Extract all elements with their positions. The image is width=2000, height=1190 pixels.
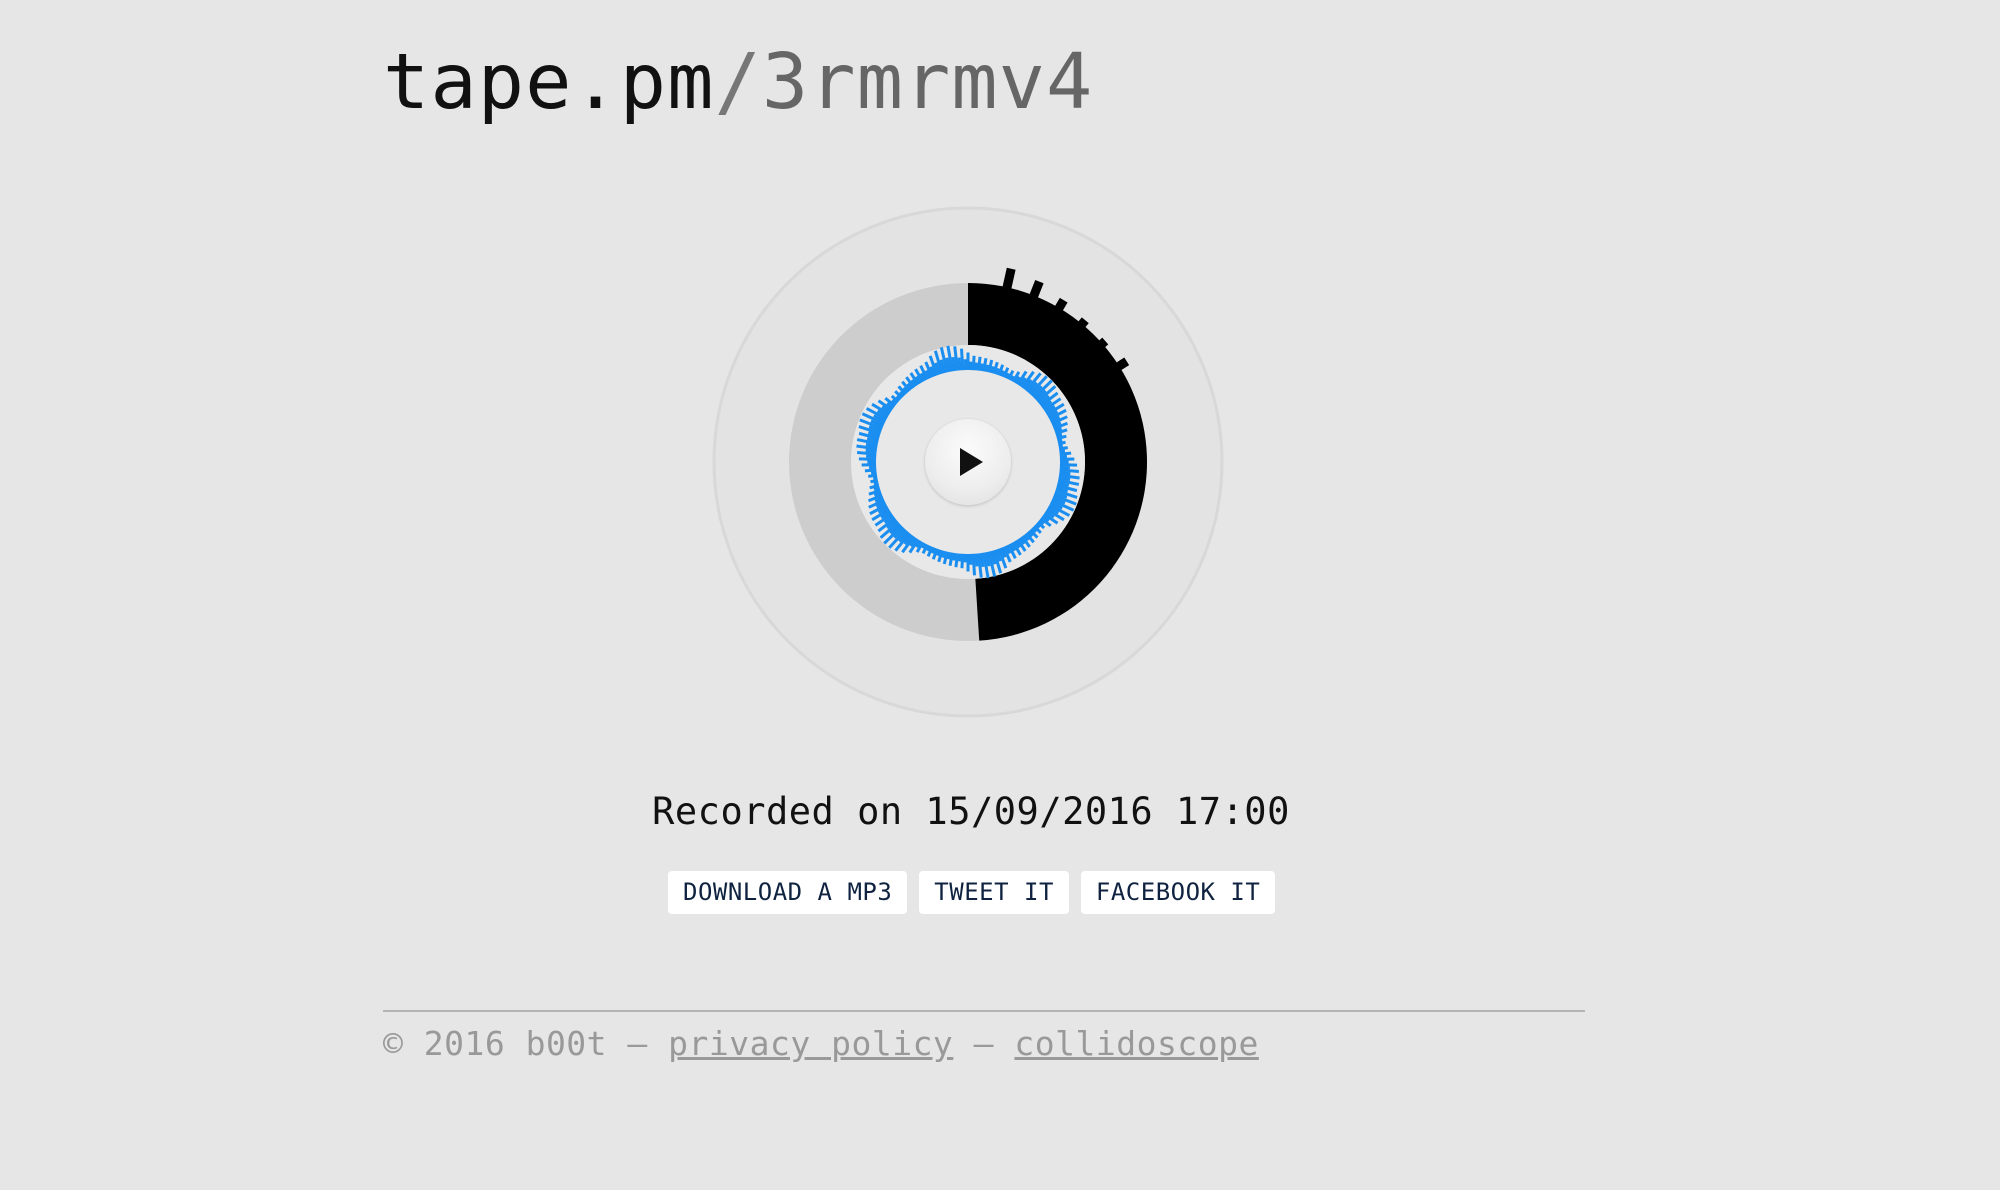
progress-spike [1054,297,1068,312]
waveform-bar [1059,465,1070,470]
waveform-bar [979,552,985,568]
page: tape.pm/3rmrmv4 Recorded on 15/09/2016 1… [0,0,2000,1190]
waveform-bar [974,553,979,567]
progress-spike [1115,357,1130,371]
tweet-button[interactable]: TWEET IT [919,871,1069,914]
waveform-bar [1057,440,1066,446]
waveform-bar [960,553,965,569]
site-title: tape.pm/3rmrmv4 [383,28,1093,138]
tape-id: 3rmrmv4 [761,38,1094,127]
waveform-bar [1059,449,1066,454]
share-actions: DOWNLOAD A MP3 TWEET IT FACEBOOK IT [668,871,1276,914]
waveform-bar [1057,438,1063,443]
progress-spike [1077,317,1089,329]
title-separator: / [714,38,762,127]
recorded-date: Recorded on 15/09/2016 17:00 [652,790,1290,833]
progress-spike [1097,337,1109,349]
footer-separator: — [607,1024,669,1063]
progress-spike [1002,267,1016,291]
waveform-bar [868,473,878,478]
waveform-bar [1058,446,1068,451]
download-mp3-button[interactable]: DOWNLOAD A MP3 [668,871,908,914]
play-button[interactable] [925,419,1011,505]
waveform-bar [1055,432,1063,438]
waveform-bar [1059,451,1072,456]
waveform-bar [870,470,877,475]
tape-player [712,206,1224,718]
footer: © 2016 b00t — privacy policy — collidosc… [383,1020,1259,1068]
facebook-button[interactable]: FACEBOOK IT [1080,871,1276,914]
waveform-bar [946,551,952,560]
waveform-bar [864,468,877,473]
waveform-bar [974,362,979,371]
waveform-bar [870,478,879,484]
waveform-bar [952,552,957,561]
play-icon [960,448,983,476]
waveform-bar [1059,470,1071,476]
waveform-bar [971,553,976,576]
waveform-bar [957,357,962,371]
site-domain: tape.pm [383,38,715,127]
waveform-bar [954,553,960,568]
waveform-bar [971,355,976,371]
waveform-bar [976,356,982,371]
footer-separator: — [953,1024,1015,1063]
waveform-bar [1059,468,1080,474]
waveform-bar [873,481,879,486]
waveform-bar [865,448,877,454]
waveform-bar [866,454,877,459]
progress-spike [1028,279,1044,300]
waveform-bar [957,553,962,562]
footer-divider [383,1010,1585,1012]
waveform-bar [979,363,984,372]
waveform-bar [951,356,957,372]
waveform-bar [1058,444,1064,448]
waveform-bar [984,364,990,373]
waveform-bar [856,450,877,456]
waveform-bar [960,348,965,371]
waveform-bar [873,486,881,492]
waveform-bar [872,476,878,480]
copyright: © 2016 b00t [383,1024,608,1063]
collidoscope-link[interactable]: collidoscope [1014,1024,1258,1063]
privacy-policy-link[interactable]: privacy policy [668,1024,953,1063]
